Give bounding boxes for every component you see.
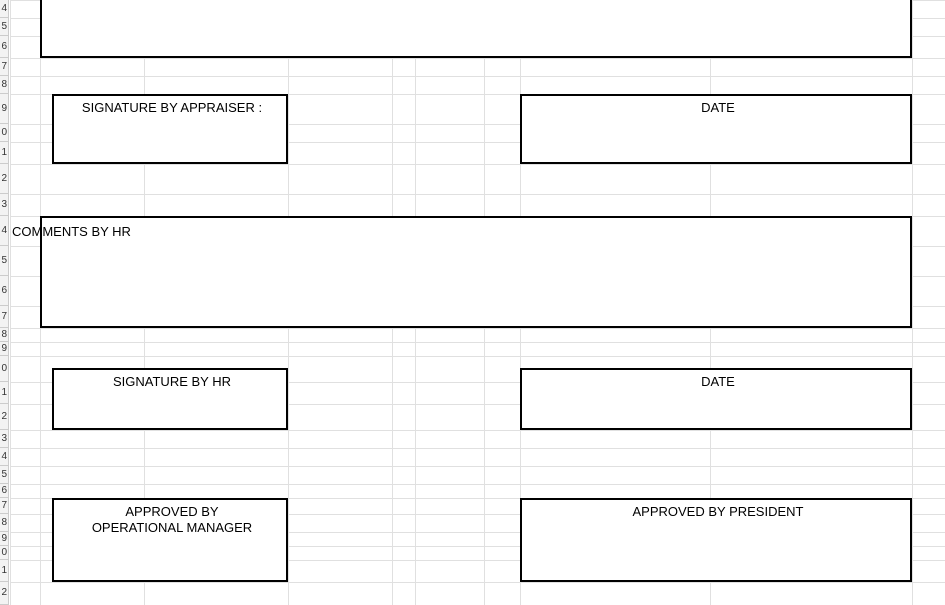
comments-hr-box[interactable] (40, 216, 912, 328)
row-head[interactable]: 5 (0, 466, 9, 484)
row-head[interactable]: 6 (0, 276, 9, 306)
row-head[interactable]: 6 (0, 36, 9, 58)
gridline-horizontal (10, 448, 945, 449)
signature-appraiser-label: SIGNATURE BY APPRAISER : (54, 100, 290, 115)
comments-hr-label: COMMENTS BY HR (12, 224, 131, 239)
row-head[interactable]: 8 (0, 514, 9, 532)
grid: SIGNATURE BY APPRAISER : DATE COMMENTS B… (10, 0, 945, 605)
row-head[interactable]: 1 (0, 382, 9, 404)
row-head[interactable]: 4 (0, 0, 9, 18)
date-hr-label: DATE (522, 374, 914, 389)
row-head[interactable]: 7 (0, 306, 9, 328)
gridline-horizontal (10, 356, 945, 357)
row-head[interactable]: 0 (0, 356, 9, 382)
approved-pres-box[interactable]: APPROVED BY PRESIDENT (520, 498, 912, 582)
gridline-horizontal (10, 430, 945, 431)
row-head[interactable]: 7 (0, 498, 9, 514)
row-head[interactable]: 5 (0, 246, 9, 276)
gridline-horizontal (10, 582, 945, 583)
row-head[interactable]: 9 (0, 532, 9, 546)
row-head[interactable]: 2 (0, 582, 9, 605)
gridline-horizontal (10, 194, 945, 195)
spreadsheet-viewport: 45678901234567890123456789012 SIGNATURE … (0, 0, 945, 605)
approved-ops-label-2: OPERATIONAL MANAGER (54, 520, 290, 535)
top-comment-box[interactable] (40, 0, 912, 58)
approved-pres-label: APPROVED BY PRESIDENT (522, 504, 914, 519)
row-head[interactable]: 3 (0, 194, 9, 216)
gridline-horizontal (10, 484, 945, 485)
approved-ops-box[interactable]: APPROVED BY OPERATIONAL MANAGER (52, 498, 288, 582)
row-head[interactable]: 0 (0, 546, 9, 560)
row-head[interactable]: 9 (0, 342, 9, 356)
row-head[interactable]: 2 (0, 164, 9, 194)
row-head[interactable]: 2 (0, 404, 9, 430)
approved-ops-label-1: APPROVED BY (54, 504, 290, 519)
date-appraiser-label: DATE (522, 100, 914, 115)
row-headers: 45678901234567890123456789012 (0, 0, 10, 605)
row-head[interactable]: 4 (0, 448, 9, 466)
signature-hr-box[interactable]: SIGNATURE BY HR (52, 368, 288, 430)
gridline-horizontal (10, 76, 945, 77)
row-head[interactable]: 8 (0, 76, 9, 94)
gridline-horizontal (10, 466, 945, 467)
row-head[interactable]: 0 (0, 124, 9, 142)
gridline-horizontal (10, 342, 945, 343)
date-appraiser-box[interactable]: DATE (520, 94, 912, 164)
row-head[interactable]: 1 (0, 560, 9, 582)
signature-appraiser-box[interactable]: SIGNATURE BY APPRAISER : (52, 94, 288, 164)
row-head[interactable]: 4 (0, 216, 9, 246)
gridline-horizontal (10, 58, 945, 59)
row-head[interactable]: 1 (0, 142, 9, 164)
row-head[interactable]: 5 (0, 18, 9, 36)
gridline-vertical (10, 0, 11, 605)
row-head[interactable]: 3 (0, 430, 9, 448)
signature-hr-label: SIGNATURE BY HR (54, 374, 290, 389)
row-head[interactable]: 8 (0, 328, 9, 342)
gridline-horizontal (10, 328, 945, 329)
row-head[interactable]: 6 (0, 484, 9, 498)
row-head[interactable]: 7 (0, 58, 9, 76)
gridline-horizontal (10, 164, 945, 165)
row-head[interactable]: 9 (0, 94, 9, 124)
date-hr-box[interactable]: DATE (520, 368, 912, 430)
